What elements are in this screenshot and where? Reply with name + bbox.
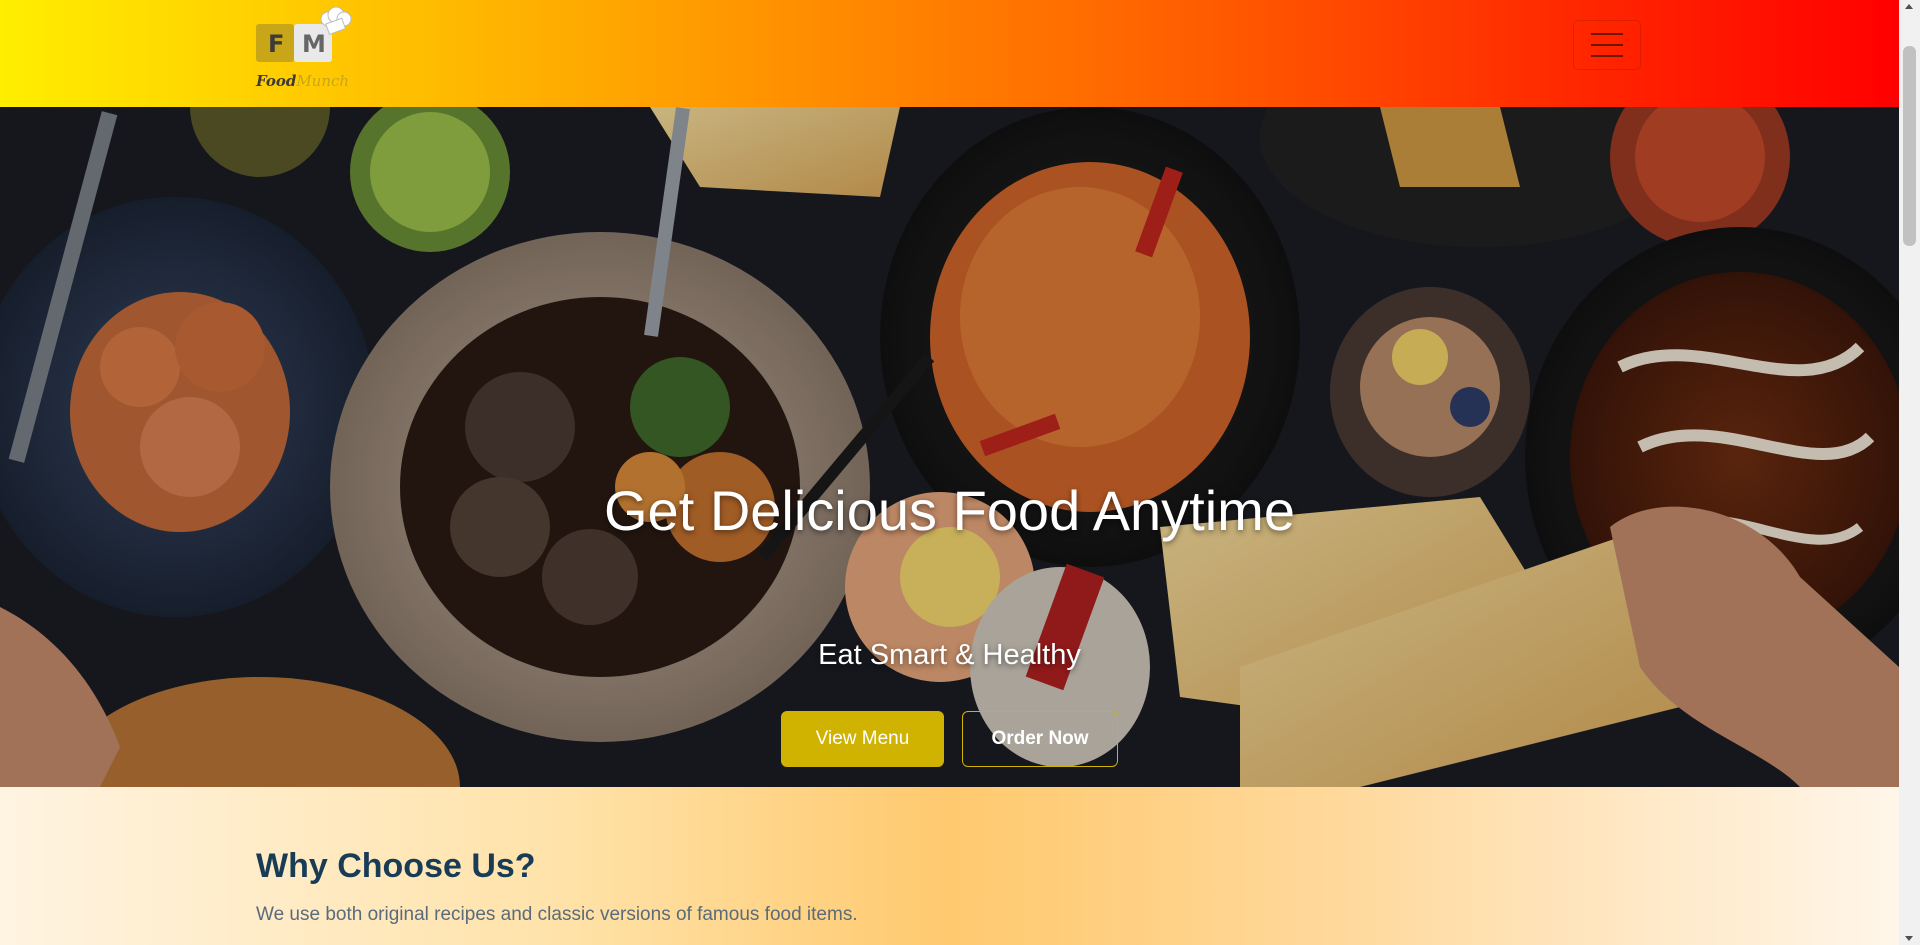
why-choose-us-section: Why Choose Us? We use both original reci… [0, 787, 1899, 945]
hero-subtitle: Eat Smart & Healthy [818, 639, 1081, 671]
logo-text-munch: Munch [296, 72, 350, 90]
scroll-up-arrow-icon[interactable] [1905, 4, 1913, 9]
order-now-button[interactable]: Order Now [962, 711, 1118, 767]
why-choose-us-heading: Why Choose Us? [256, 847, 536, 885]
food-munch-logo[interactable]: F M FoodMunch [256, 6, 366, 96]
page: F M FoodMunch Get Delicious Food Anytime… [0, 0, 1899, 945]
scroll-down-arrow-icon[interactable] [1905, 936, 1913, 941]
hero-section: Get Delicious Food Anytime Eat Smart & H… [0, 107, 1899, 787]
logo-text-food: Food [256, 72, 297, 90]
navbar-toggler-button[interactable] [1573, 20, 1641, 70]
hamburger-menu-icon [1591, 33, 1623, 35]
hamburger-menu-icon-bar [1591, 44, 1623, 46]
hamburger-menu-icon-bar [1591, 55, 1623, 57]
why-choose-us-description: We use both original recipes and classic… [256, 904, 858, 925]
hero-overlay [0, 107, 1899, 787]
navbar: F M FoodMunch [0, 0, 1899, 107]
view-menu-button[interactable]: View Menu [781, 711, 944, 767]
logo-letter-f: F [268, 30, 285, 58]
logo-wordmark: FoodMunch [256, 72, 349, 90]
hero-title: Get Delicious Food Anytime [604, 479, 1295, 542]
chef-hat-icon [320, 6, 352, 36]
vertical-scrollbar[interactable] [1899, 0, 1920, 945]
scrollbar-thumb[interactable] [1903, 46, 1916, 246]
